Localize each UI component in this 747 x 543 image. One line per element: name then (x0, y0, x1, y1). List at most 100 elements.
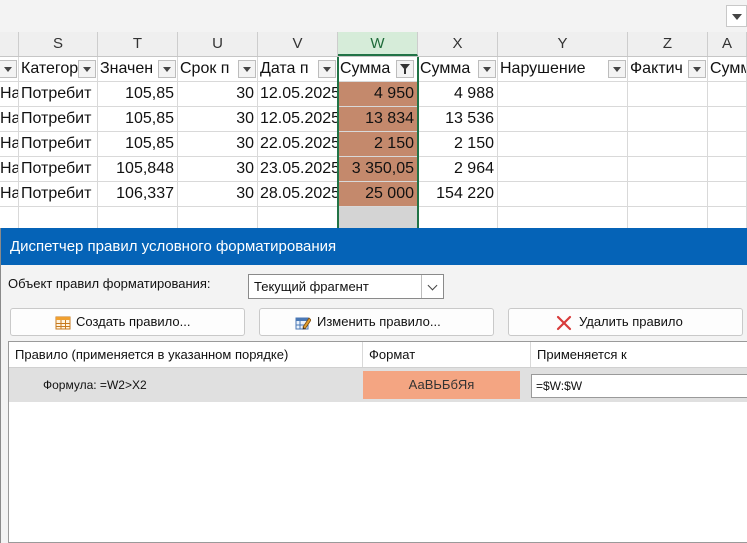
cell-selected[interactable] (338, 207, 418, 228)
cell[interactable]: Потребит (19, 82, 98, 106)
filter-button[interactable] (608, 60, 626, 78)
cell[interactable] (0, 207, 19, 228)
header-cell[interactable]: Фактич (628, 57, 708, 81)
cell[interactable] (628, 107, 708, 131)
column-header-x[interactable]: X (418, 32, 498, 56)
column-header-v[interactable]: V (258, 32, 338, 56)
cell[interactable]: 106,337 (98, 182, 178, 206)
delete-rule-button[interactable]: Удалить правило (508, 308, 743, 336)
header-cell[interactable]: Нарушение (498, 57, 628, 81)
cell[interactable] (498, 82, 628, 106)
cell[interactable] (258, 207, 338, 228)
cell[interactable] (708, 182, 747, 206)
column-header-u[interactable]: U (178, 32, 258, 56)
header-cell[interactable]: Сумм (708, 57, 747, 81)
column-header-aa[interactable]: A (708, 32, 747, 56)
cell[interactable] (498, 157, 628, 181)
filter-button[interactable] (0, 57, 17, 81)
cell-highlighted[interactable]: 3 350,05 (338, 157, 418, 181)
cell[interactable]: 30 (178, 132, 258, 156)
column-header-s[interactable]: S (19, 32, 98, 56)
cell[interactable]: Наимен (0, 157, 19, 181)
dropdown-button[interactable] (421, 275, 443, 298)
header-cell[interactable]: Дата п (258, 57, 338, 81)
cell[interactable]: 105,85 (98, 132, 178, 156)
cell[interactable] (708, 207, 747, 228)
rule-row[interactable]: Формула: =W2>X2 АаВЬБбЯя =$W:$W (9, 368, 747, 402)
cell[interactable] (708, 107, 747, 131)
cell[interactable]: 30 (178, 157, 258, 181)
filter-active-button[interactable] (396, 60, 414, 78)
cell[interactable] (628, 157, 708, 181)
filter-button[interactable] (78, 60, 96, 78)
cell[interactable]: Наимен (0, 107, 19, 131)
filter-button[interactable] (238, 60, 256, 78)
cell[interactable] (98, 207, 178, 228)
cell[interactable]: 105,848 (98, 157, 178, 181)
cell-highlighted[interactable]: 4 950 (338, 82, 418, 106)
filter-button[interactable] (478, 60, 496, 78)
cell[interactable]: 13 536 (418, 107, 498, 131)
cell-highlighted[interactable]: 25 000 (338, 182, 418, 206)
cell[interactable]: 28.05.2025 (258, 182, 338, 206)
cell[interactable] (498, 132, 628, 156)
filter-button[interactable] (158, 60, 176, 78)
scope-dropdown[interactable]: Текущий фрагмент (248, 274, 444, 299)
cell[interactable]: Потребит (19, 182, 98, 206)
dialog-title-bar[interactable]: Диспетчер правил условного форматировани… (1, 228, 747, 265)
cell[interactable]: 23.05.2025 (258, 157, 338, 181)
cell[interactable]: Наимен (0, 82, 19, 106)
cell[interactable] (498, 182, 628, 206)
filter-button[interactable] (688, 60, 706, 78)
column-header-z[interactable]: Z (628, 32, 708, 56)
header-cell[interactable]: Сумма (338, 57, 418, 81)
create-rule-button[interactable]: Создать правило... (10, 308, 245, 336)
cell[interactable]: 12.05.2025 (258, 107, 338, 131)
cell[interactable] (628, 82, 708, 106)
cell[interactable]: 30 (178, 107, 258, 131)
cell[interactable] (708, 132, 747, 156)
column-header-y[interactable]: Y (498, 32, 628, 56)
cell[interactable] (418, 207, 498, 228)
cell[interactable] (708, 82, 747, 106)
column-header-w[interactable]: W (338, 32, 418, 56)
header-cell[interactable]: Срок п (178, 57, 258, 81)
table-row: Наимен Потребит 105,85 30 12.05.2025 13 … (0, 107, 747, 132)
cell[interactable]: 30 (178, 182, 258, 206)
cell[interactable] (628, 182, 708, 206)
cell[interactable]: 22.05.2025 (258, 132, 338, 156)
cell[interactable] (628, 132, 708, 156)
cell[interactable]: 30 (178, 82, 258, 106)
header-cell[interactable]: Категор (19, 57, 98, 81)
cell[interactable]: Наимен (0, 182, 19, 206)
edit-rule-button[interactable]: Изменить правило... (259, 308, 494, 336)
header-cell[interactable] (0, 57, 19, 81)
filter-button[interactable] (318, 60, 336, 78)
cell[interactable]: 154 220 (418, 182, 498, 206)
column-header-t[interactable]: T (98, 32, 178, 56)
cell[interactable]: 2 964 (418, 157, 498, 181)
cell[interactable] (498, 107, 628, 131)
column-header-r[interactable] (0, 32, 19, 56)
cell[interactable]: 2 150 (418, 132, 498, 156)
cell[interactable] (498, 207, 628, 228)
cell[interactable]: 105,85 (98, 107, 178, 131)
cell[interactable]: 4 988 (418, 82, 498, 106)
cell[interactable] (178, 207, 258, 228)
table-row: Наимен Потребит 105,848 30 23.05.2025 3 … (0, 157, 747, 182)
cell[interactable]: Наимен (0, 132, 19, 156)
cell[interactable] (628, 207, 708, 228)
cell[interactable] (19, 207, 98, 228)
cell[interactable]: Потребит (19, 157, 98, 181)
cell-highlighted[interactable]: 13 834 (338, 107, 418, 131)
header-cell[interactable]: Сумма (418, 57, 498, 81)
cell-highlighted[interactable]: 2 150 (338, 132, 418, 156)
cell[interactable]: Потребит (19, 107, 98, 131)
cell[interactable]: Потребит (19, 132, 98, 156)
cell[interactable]: 12.05.2025 (258, 82, 338, 106)
cell[interactable]: 105,85 (98, 82, 178, 106)
expand-formula-bar-button[interactable] (726, 5, 747, 27)
applies-to-input[interactable]: =$W:$W (531, 374, 747, 398)
header-cell[interactable]: Значен (98, 57, 178, 81)
cell[interactable] (708, 157, 747, 181)
